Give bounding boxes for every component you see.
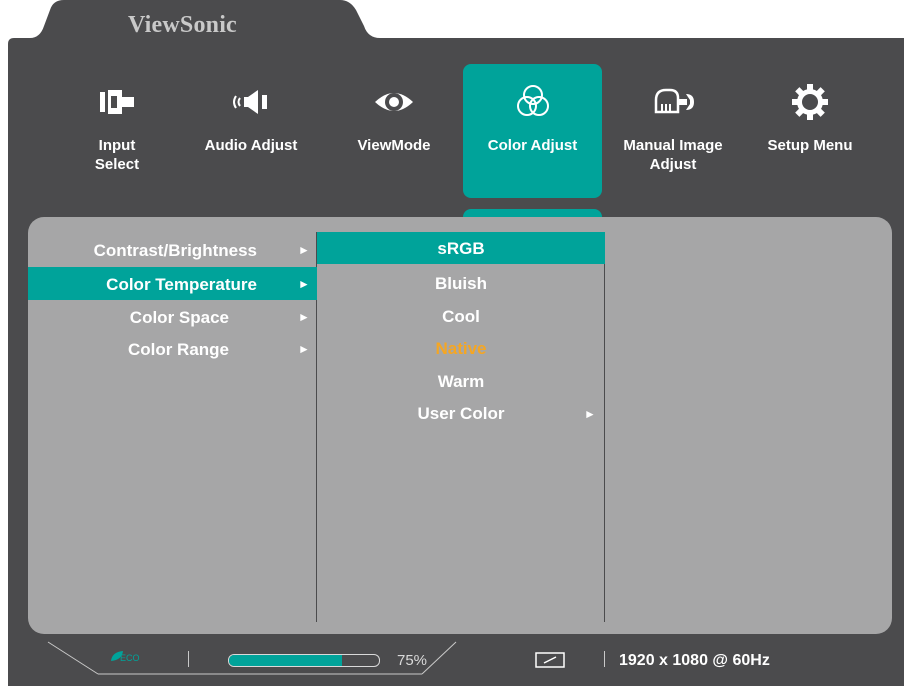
menu-manual-image-adjust[interactable]: Manual Image Adjust [610,64,736,198]
eco-label: ECO [120,653,140,663]
volume-fill [229,655,342,666]
submenu-label: Contrast/Brightness [93,241,257,260]
option-label: Bluish [435,274,487,293]
option-cool[interactable]: Cool [317,300,605,332]
menu-audio-adjust[interactable]: Audio Adjust [186,64,316,198]
arrow-right-icon: ► [298,277,310,291]
option-label: sRGB [437,239,485,258]
submenu-label: Color Space [129,308,229,327]
submenu-label: Color Range [127,340,229,359]
option-native[interactable]: Native [317,332,605,364]
separator [188,651,189,667]
menu-setup-label: Setup Menu [767,137,853,154]
menu-viewmode-label: ViewMode [357,137,431,154]
menu-input-select[interactable]: Input Select [70,64,164,198]
option-label: Native [435,339,487,358]
menu-color-adjust[interactable]: Color Adjust [463,64,602,198]
submenu-color-range[interactable]: Color Range ► [28,332,317,365]
color-circles-icon [516,85,549,116]
submenu-label: Color Temperature [106,275,257,294]
menu-setup[interactable]: Setup Menu [748,64,872,198]
arrow-right-icon: ► [298,243,310,257]
option-label: User Color [417,404,505,423]
submenu-color-temperature[interactable]: Color Temperature ► [28,267,317,300]
option-warm[interactable]: Warm [317,365,605,397]
option-srgb[interactable]: sRGB [317,232,605,264]
option-user-color[interactable]: User Color ► [317,397,605,429]
eye-icon [375,93,413,111]
volume-bar [228,654,380,667]
option-label: Warm [437,372,485,391]
aspect-ratio-icon [535,652,565,668]
menu-audio-adjust-label: Audio Adjust [204,137,298,154]
arrow-right-icon: ► [298,310,310,324]
menu-input-select-label: Input Select [94,137,140,173]
option-bluish[interactable]: Bluish [317,267,605,299]
option-label: Cool [442,307,480,326]
submenu-contrast-brightness[interactable]: Contrast/Brightness ► [28,233,317,266]
gear-icon [792,84,828,120]
hand-wrench-icon [654,88,694,114]
arrow-right-icon: ► [584,407,596,421]
brand-logo: ViewSonic [128,12,237,38]
submenu-color-space[interactable]: Color Space ► [28,300,317,333]
separator [604,651,605,667]
resolution-readout: 1920 x 1080 @ 60Hz [619,652,770,669]
speaker-icon [233,90,267,114]
input-select-icon [100,90,134,114]
menu-viewmode[interactable]: ViewMode [335,64,453,198]
volume-percent: 75% [397,652,428,669]
menu-manual-image-adjust-label: Manual Image Adjust [623,137,723,173]
menu-color-adjust-label: Color Adjust [487,137,578,154]
arrow-right-icon: ► [298,342,310,356]
